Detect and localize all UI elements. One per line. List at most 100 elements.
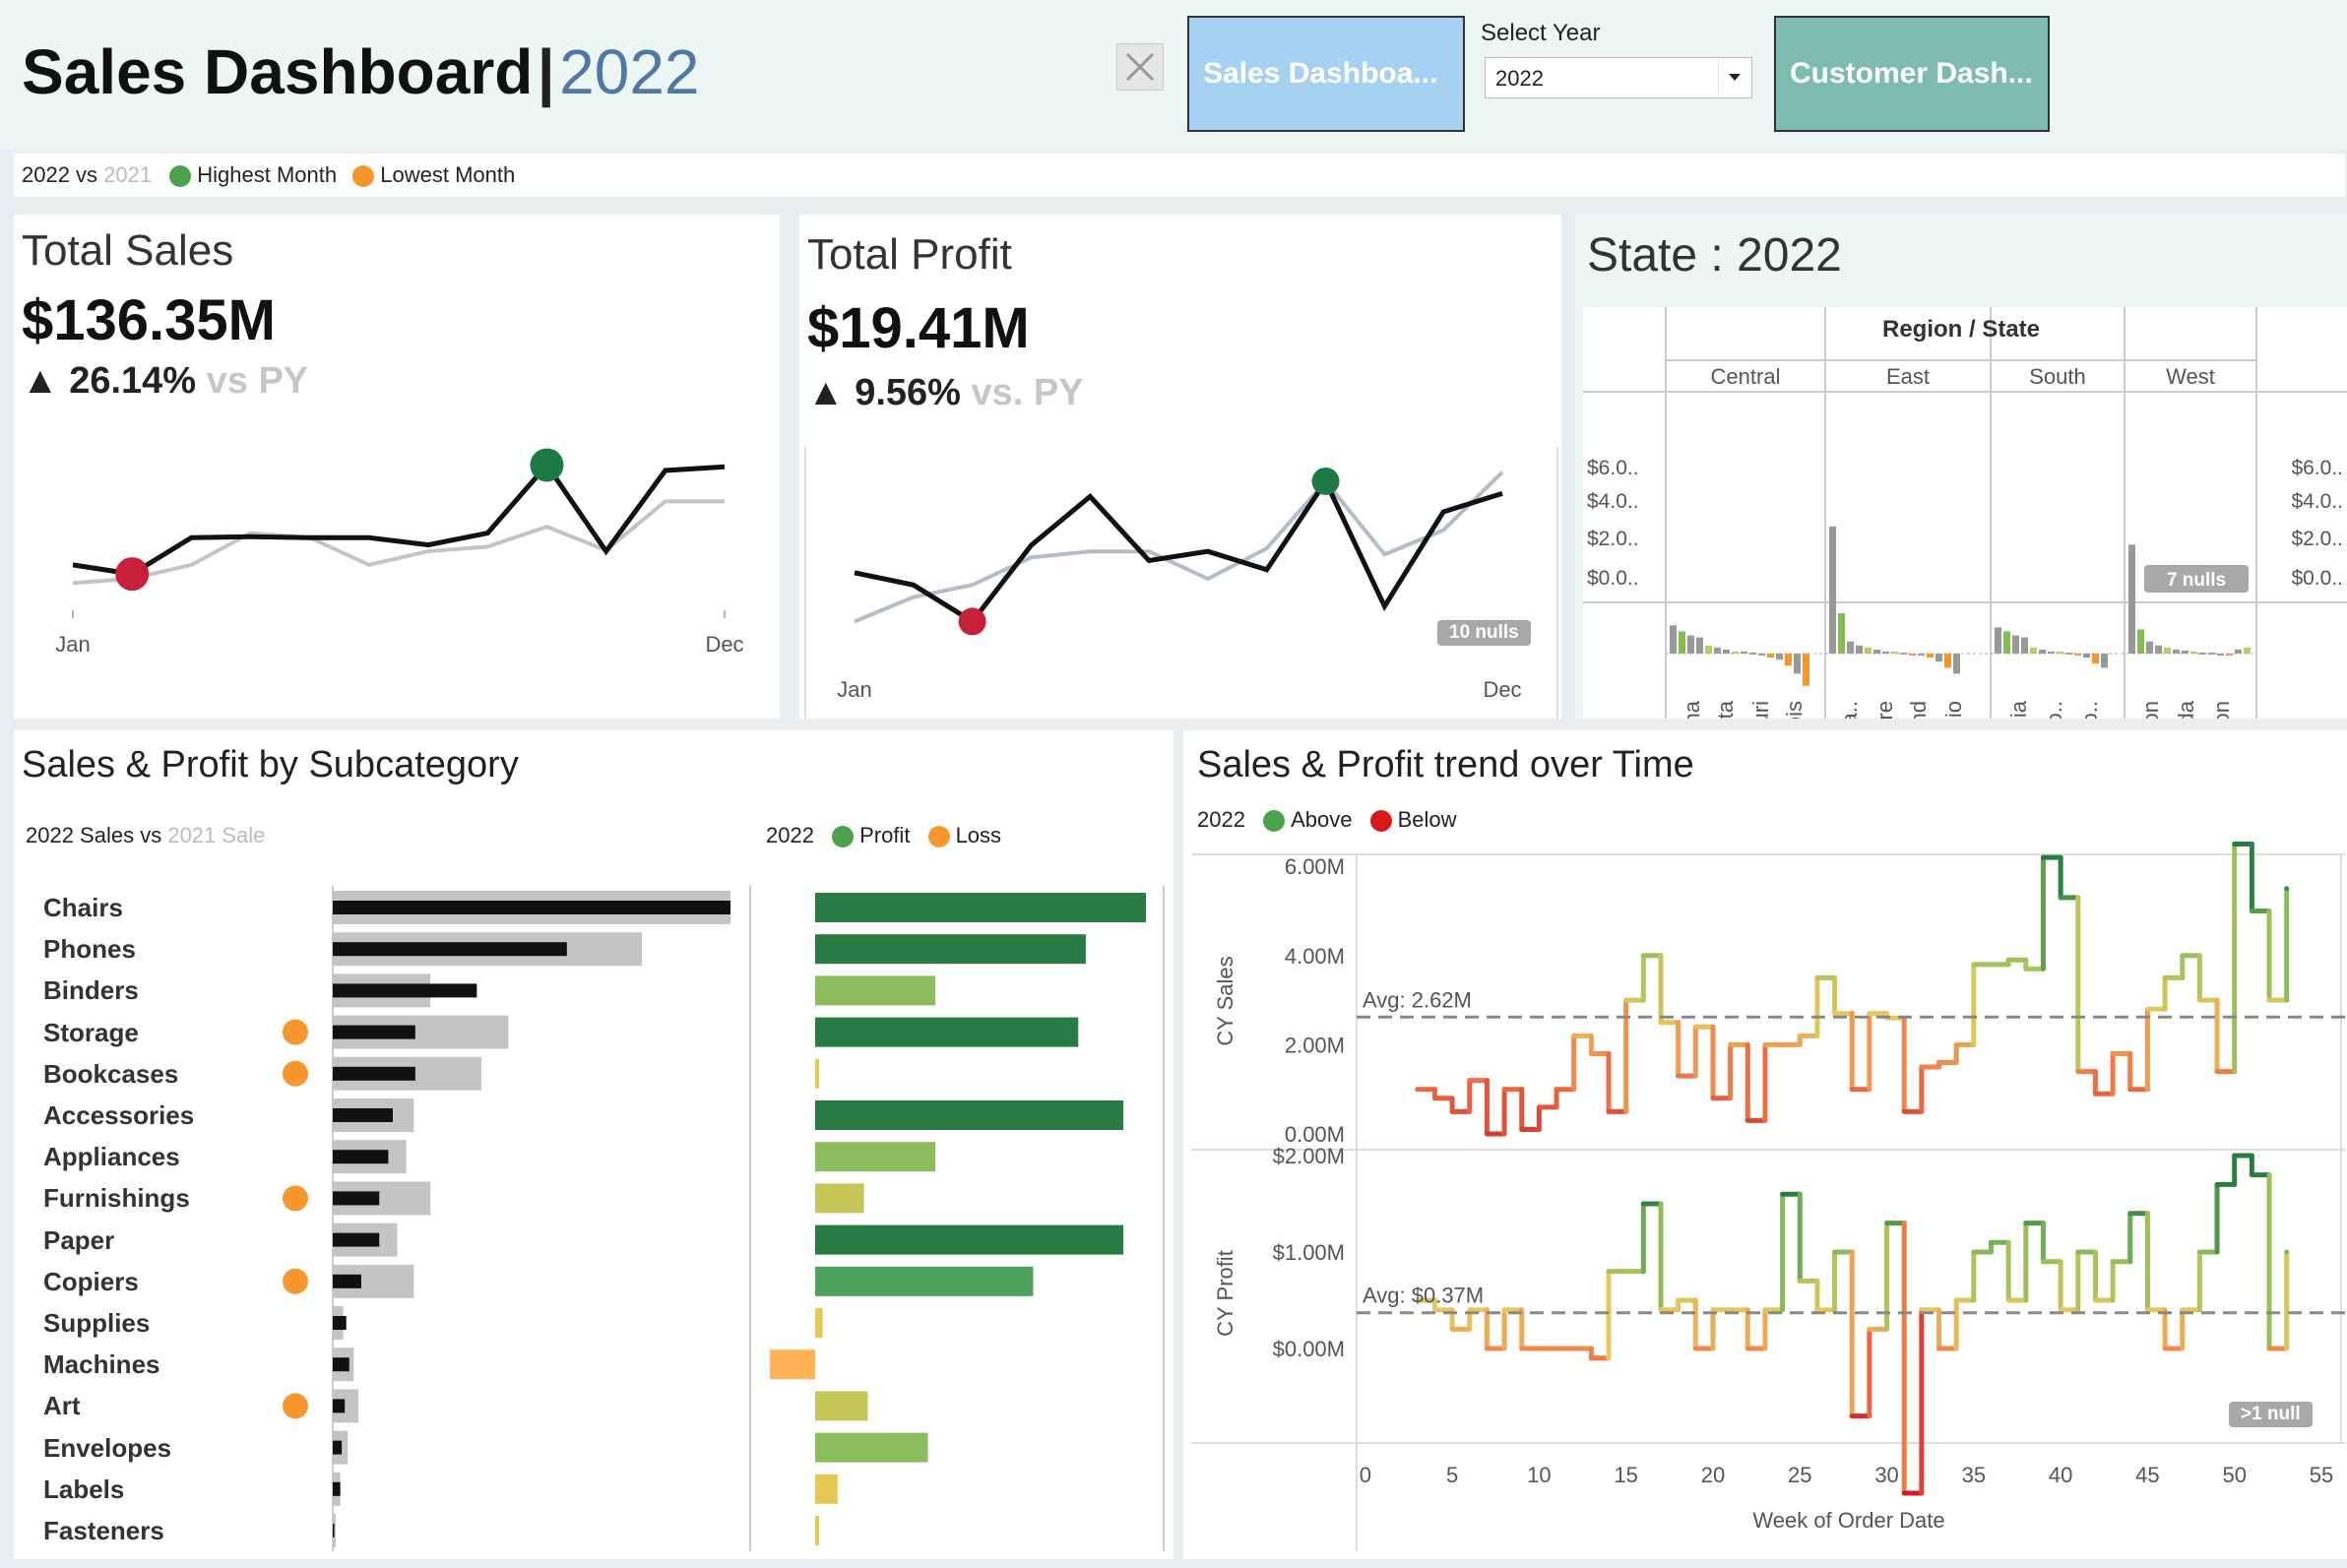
state-bar (1794, 654, 1801, 674)
region-label: West (2166, 364, 2215, 389)
cy-sales-bar (333, 1232, 380, 1247)
y-tick-label-right: $2.0.. (2291, 528, 2343, 550)
title-separator: | (537, 36, 555, 107)
cy-sales-bar (333, 1150, 389, 1164)
close-icon (1125, 52, 1155, 82)
x-tick-label: 35 (1962, 1463, 1986, 1487)
year-dropdown-value: 2022 (1495, 66, 1544, 91)
x-tick-label: 50 (2222, 1463, 2246, 1487)
state-label: Illinois (1782, 701, 1807, 719)
title-year: 2022 (559, 36, 700, 107)
profit-bar (815, 1308, 823, 1338)
state-bar (1803, 654, 1809, 686)
cy-sales-bar (333, 1399, 346, 1413)
state-bar (1927, 654, 1934, 659)
profit-bar (815, 1266, 1034, 1296)
lowest-month-marker (115, 557, 150, 592)
cy-sales-bar (333, 1316, 347, 1330)
x-axis-title: Week of Order Date (1752, 1508, 1944, 1533)
state-bar (2164, 647, 2171, 654)
state-bar (1696, 637, 1703, 654)
profit-bar (815, 1224, 1124, 1255)
state-label: Rhode Isla.. (1837, 701, 1862, 719)
year-dropdown[interactable]: 2022 (1485, 57, 1752, 98)
profit-bar (815, 1516, 819, 1545)
avg-profit-label: Avg: $0.37M (1363, 1284, 1484, 1308)
state-bar (1944, 654, 1951, 668)
select-year-label: Select Year (1481, 20, 1601, 46)
legend-cy: 2022 vs (22, 162, 98, 187)
y-tick-label: 4.00M (1285, 944, 1345, 969)
x-tick-label: 45 (2135, 1463, 2159, 1487)
py-series-line (854, 470, 1504, 624)
x-tick-label: 0 (1360, 1463, 1371, 1487)
state-title: State : 2022 (1587, 229, 1842, 282)
state-label: Nevada (2174, 700, 2198, 719)
subcategory-bar-chart (283, 886, 1165, 1551)
cy-sales-bar (333, 942, 567, 957)
profit-bar (815, 1183, 864, 1214)
state-bar (1723, 649, 1730, 654)
x-tick-label: 15 (1614, 1463, 1637, 1487)
state-bar (1679, 631, 1685, 654)
state-bar (2101, 654, 2108, 668)
loss-month-marker (283, 1393, 308, 1419)
chevron-down-icon (1718, 58, 1741, 97)
legend-lowest: Lowest Month (380, 162, 516, 187)
y-tick-label-right: $0.0.. (2291, 567, 2343, 590)
close-button[interactable] (1116, 43, 1164, 91)
profit-bar (815, 1391, 868, 1421)
x-tick-label: 55 (2310, 1463, 2333, 1487)
customer-dashboard-button[interactable]: Customer Dash... (1774, 16, 2050, 132)
state-bar (1705, 645, 1712, 654)
state-bar (1785, 654, 1792, 666)
state-bar (1767, 654, 1774, 659)
customer-dashboard-label: Customer Dash... (1790, 57, 2033, 90)
highest-month-marker (530, 448, 564, 482)
state-bar (1714, 647, 1721, 654)
state-bar (1687, 635, 1694, 654)
state-label: Maryland (1906, 701, 1931, 719)
state-bar (1953, 654, 1960, 674)
profit-axis-label: CY Profit (1213, 1250, 1237, 1337)
state-bar (2021, 637, 2028, 654)
state-bar (2092, 654, 2099, 664)
state-bar (2235, 649, 2242, 654)
y-tick-label: $1.00M (1273, 1240, 1345, 1265)
state-bar (1935, 654, 1942, 662)
cy-sales-bar (333, 983, 477, 998)
profit-nulls-badge[interactable]: 10 nulls (1437, 620, 1531, 646)
sales-dashboard-button[interactable]: Sales Dashboa... (1187, 16, 1465, 132)
loss-month-marker (283, 1185, 308, 1212)
x-tick-label: 20 (1701, 1463, 1725, 1487)
x-tick-label: Dec (1483, 677, 1521, 702)
y-tick-label: $0.00M (1273, 1337, 1345, 1361)
kpi-sales-panel: Total Sales $136.35M ▲ 26.14% vs PY Jan D… (14, 215, 780, 719)
cy-sales-bar (333, 1066, 415, 1081)
cy-sales-bar (333, 1025, 415, 1039)
profit-bar (815, 893, 1146, 922)
y-tick-label-right: $4.0.. (2291, 490, 2343, 513)
state-bar (2012, 635, 2019, 654)
state-label: Indiana (1680, 700, 1704, 719)
trend-nulls-badge[interactable]: >1 null (2229, 1402, 2313, 1427)
y-tick-label: 6.00M (1285, 854, 1345, 879)
dashboard-title: Sales Dashboard | 2022 (22, 35, 700, 108)
cy-sales-bar (333, 1440, 343, 1455)
kpi-profit-panel: Total Profit $19.41M ▲ 9.56% vs. PY Jan D… (799, 215, 1561, 719)
y-tick-label-left: $4.0.. (1587, 490, 1639, 513)
avg-sales-label: Avg: 2.62M (1363, 987, 1472, 1012)
subcategory-panel: Sales & Profit by Subcategory 2022 Sales… (14, 730, 1174, 1559)
cy-sales-bar (333, 901, 730, 914)
sales-line-chart: Jan Dec (55, 448, 744, 657)
profit-bar (815, 1058, 819, 1089)
state-label: Washington (2138, 701, 2163, 719)
x-tick-label: 40 (2049, 1463, 2072, 1487)
trend-panel: Sales & Profit trend over Time 2022 Abov… (1183, 730, 2347, 1559)
x-tick-label: 5 (1446, 1463, 1458, 1487)
cy-sales-bar (333, 1274, 361, 1288)
region-state-header: Region / State (1882, 316, 2040, 343)
region-label: South (2029, 364, 2086, 389)
cy-series-line (854, 475, 1503, 625)
profit-bar (815, 934, 1086, 965)
